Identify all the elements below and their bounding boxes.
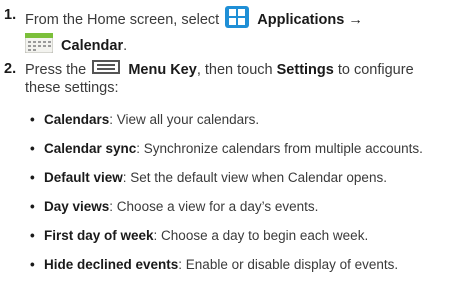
period: . [123, 37, 128, 54]
settings-list: • Calendars: View all your calendars. • Ca… [30, 110, 467, 284]
applications-label: Applications [257, 11, 345, 28]
calendar-label: Calendar [61, 37, 124, 54]
setting-term: Day views [44, 199, 110, 214]
step-number: 1. [4, 7, 17, 23]
setting-term: Default view [44, 170, 123, 185]
setting-term: First day of week [44, 228, 154, 243]
menu-key-label: Menu Key [128, 61, 197, 78]
list-item: • Default view: Set the default view when… [30, 168, 467, 197]
setting-term: Calendar sync [44, 141, 137, 156]
step-2-post: to configure [337, 61, 414, 78]
bullet-icon: • [30, 170, 35, 185]
applications-grid-icon [225, 6, 250, 34]
step-2-line-2: these settings: [25, 80, 119, 96]
list-item: • Day views: Choose a view for a day’s ev… [30, 197, 467, 226]
calendar-icon [24, 32, 54, 59]
setting-desc: : Synchronize calendars from multiple ac… [136, 141, 423, 156]
bullet-icon: • [30, 112, 35, 127]
step-2-mid: , then touch [196, 61, 273, 78]
arrow-glyph: → [348, 11, 363, 28]
setting-desc: : Choose a view for a day’s events. [109, 199, 319, 214]
setting-desc: : Set the default view when Calendar ope… [122, 170, 387, 185]
bullet-icon: • [30, 228, 35, 243]
bullet-icon: • [30, 141, 35, 156]
setting-desc: : View all your calendars. [109, 112, 260, 127]
setting-desc: : Enable or disable display of events. [178, 257, 399, 272]
bullet-icon: • [30, 257, 35, 272]
list-item: • Calendars: View all your calendars. [30, 110, 467, 139]
list-item: • First day of week: Choose a day to begi… [30, 226, 467, 255]
step-1-text: From the Home screen, select [25, 11, 220, 28]
setting-desc: : Choose a day to begin each week. [153, 228, 369, 243]
settings-label: Settings [276, 61, 334, 78]
setting-term: Calendars [44, 112, 110, 127]
list-item: • Calendar sync: Synchronize calendars fr… [30, 139, 467, 168]
setting-term: Hide declined events [44, 257, 179, 272]
bullet-icon: • [30, 199, 35, 214]
step-2-text: Press the [25, 61, 87, 78]
menu-key-icon [92, 60, 121, 80]
step-number: 2. [4, 61, 17, 77]
list-item: • Hide declined events: Enable or disable… [30, 255, 467, 284]
